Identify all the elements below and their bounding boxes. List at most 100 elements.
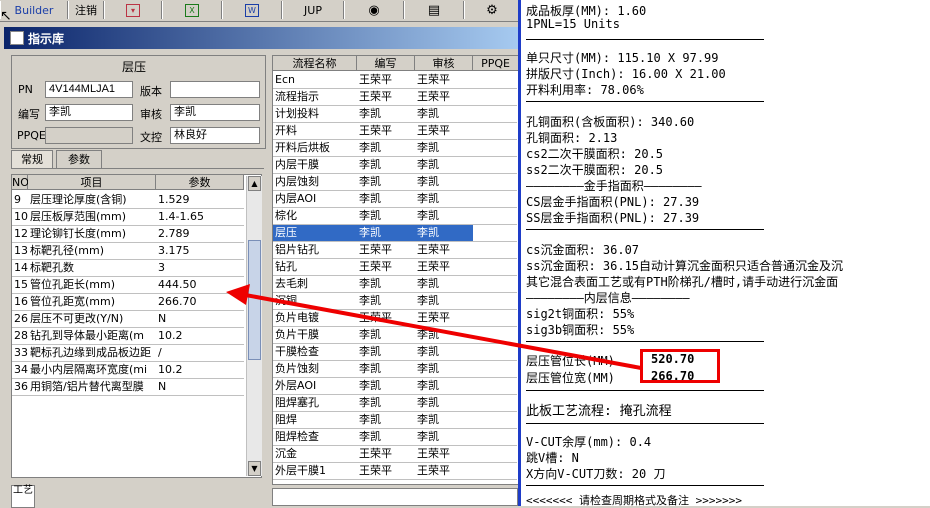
- dropdown-button[interactable]: ▾: [104, 1, 162, 19]
- row-item: 管位孔距宽(mm): [30, 295, 116, 308]
- logout-button[interactable]: 注销: [68, 1, 104, 19]
- divider: [526, 229, 764, 230]
- row-no: 16: [14, 295, 28, 308]
- tab-params[interactable]: 参数: [56, 150, 102, 169]
- table-row[interactable]: 开料后烘板 李凯 李凯: [273, 140, 517, 157]
- table-row[interactable]: 10 层压板厚范围(mm) 1.4-1.65: [12, 209, 244, 226]
- tools-button[interactable]: ⚙: [464, 1, 520, 19]
- word-button[interactable]: W: [222, 1, 282, 19]
- col-header-reviewer[interactable]: 审核: [415, 56, 473, 71]
- table-row[interactable]: 干膜检查 李凯 李凯: [273, 344, 517, 361]
- table-row[interactable]: 13 标靶孔径(mm) 3.175: [12, 243, 244, 260]
- col-header-ppqe[interactable]: PPQE: [473, 56, 519, 71]
- table-row[interactable]: 36 用铜箔/铝片替代离型膜 N: [12, 379, 244, 396]
- row-item: 标靶孔数: [30, 261, 74, 274]
- table-row[interactable]: 16 管位孔距宽(mm) 266.70: [12, 294, 244, 311]
- reviewer-label: 审核: [140, 108, 162, 121]
- excel-button[interactable]: X: [162, 1, 222, 19]
- table-row[interactable]: 33 靶标孔边缘到成品板边距 /: [12, 345, 244, 362]
- info-line: ————————内层信息————————: [526, 291, 690, 305]
- flow-name: 沉金: [275, 447, 297, 460]
- flow-name: 干膜检查: [275, 345, 319, 358]
- table-row[interactable]: Ecn 王荣平 王荣平: [273, 72, 517, 89]
- table-row[interactable]: 沉铜 李凯 李凯: [273, 293, 517, 310]
- table-row[interactable]: 棕化 李凯 李凯: [273, 208, 517, 225]
- flow-author: 王荣平: [359, 447, 392, 460]
- control-field[interactable]: 林良好: [170, 127, 260, 144]
- info-text-panel: 成品板厚(MM): 1.60 1PNL=15 Units 单只尺寸(MM): 1…: [518, 0, 930, 507]
- flow-reviewer: 李凯: [417, 277, 439, 290]
- flow-reviewer: 王荣平: [417, 124, 450, 137]
- flow-author: 李凯: [359, 158, 381, 171]
- table-row[interactable]: 28 钻孔到导体最小距离(m 10.2: [12, 328, 244, 345]
- divider: [526, 101, 764, 102]
- table-row[interactable]: 去毛刺 李凯 李凯: [273, 276, 517, 293]
- info-line: ss沉金面积: 36.15自动计算沉金面积只适合普通沉金及沉: [526, 259, 844, 273]
- table-row[interactable]: 阻焊 李凯 李凯: [273, 412, 517, 429]
- flow-author: 李凯: [359, 107, 381, 120]
- row-no: 36: [14, 380, 28, 393]
- divider: [526, 39, 764, 40]
- table-row[interactable]: 流程指示 王荣平 王荣平: [273, 89, 517, 106]
- scroll-thumb[interactable]: [248, 240, 261, 360]
- col-header-author[interactable]: 编写: [357, 56, 415, 71]
- col-header-flow[interactable]: 流程名称: [273, 56, 357, 71]
- reviewer-field[interactable]: 李凯: [170, 104, 260, 121]
- table-row[interactable]: 26 层压不可更改(Y/N) N: [12, 311, 244, 328]
- database-button[interactable]: ▤: [404, 1, 464, 19]
- row-value: 444.50: [158, 278, 197, 291]
- table-row[interactable]: 内层AOI 李凯 李凯: [273, 191, 517, 208]
- row-item: 标靶孔径(mm): [30, 244, 105, 257]
- flow-name: 阻焊塞孔: [275, 396, 319, 409]
- author-field[interactable]: 李凯: [45, 104, 133, 121]
- table-row[interactable]: 内层干膜 李凯 李凯: [273, 157, 517, 174]
- row-no: 10: [14, 210, 28, 223]
- table-row[interactable]: 12 理论铆钉长度(mm) 2.789: [12, 226, 244, 243]
- info-line: 层压管位长(MM): [526, 354, 615, 368]
- table-row[interactable]: 34 最小内层隔离环宽度(mi 10.2: [12, 362, 244, 379]
- table-row[interactable]: 计划投料 李凯 李凯: [273, 106, 517, 123]
- table-row[interactable]: 层压 李凯 李凯: [273, 225, 517, 242]
- ppqe-field[interactable]: [45, 127, 133, 144]
- flow-author: 王荣平: [359, 90, 392, 103]
- table-row[interactable]: 铝片钻孔 王荣平 王荣平: [273, 242, 517, 259]
- table-row[interactable]: 负片干膜 李凯 李凯: [273, 327, 517, 344]
- table-row[interactable]: 钻孔 王荣平 王荣平: [273, 259, 517, 276]
- scroll-down-icon[interactable]: ▼: [248, 461, 261, 476]
- table-row[interactable]: 开料 王荣平 王荣平: [273, 123, 517, 140]
- info-line: sig2t铜面积: 55%: [526, 307, 635, 321]
- table-row[interactable]: 沉金 王荣平 王荣平: [273, 446, 517, 463]
- dropdown-icon: ▾: [126, 3, 140, 17]
- table-row[interactable]: 阻焊塞孔 李凯 李凯: [273, 395, 517, 412]
- table-row[interactable]: 9 层压理论厚度(含铜) 1.529: [12, 192, 244, 209]
- table-row[interactable]: 外层AOI 李凯 李凯: [273, 378, 517, 395]
- table-row[interactable]: 负片蚀刻 李凯 李凯: [273, 361, 517, 378]
- flow-reviewer: 王荣平: [417, 260, 450, 273]
- scroll-up-icon[interactable]: ▲: [248, 176, 261, 191]
- tab-divider: [11, 168, 264, 169]
- jup-button[interactable]: JUP: [282, 1, 344, 19]
- flow-author: 李凯: [359, 175, 381, 188]
- table-row[interactable]: 阻焊检查 李凯 李凯: [273, 429, 517, 446]
- table-row[interactable]: 14 标靶孔数 3: [12, 260, 244, 277]
- control-label: 文控: [140, 131, 162, 144]
- row-value: 1.4-1.65: [158, 210, 204, 223]
- col-header-item[interactable]: 项目: [28, 175, 156, 190]
- flow-grid-hscroll[interactable]: [272, 488, 518, 506]
- param-scrollbar[interactable]: ▲ ▼: [246, 176, 262, 476]
- row-no: 26: [14, 312, 28, 325]
- table-row[interactable]: 外层干膜1 王荣平 王荣平: [273, 463, 517, 480]
- flow-reviewer: 李凯: [417, 158, 439, 171]
- table-row[interactable]: 15 管位孔距长(mm) 444.50: [12, 277, 244, 294]
- tab-general[interactable]: 常规: [11, 150, 53, 169]
- pn-field[interactable]: 4V144MLJA1: [45, 81, 133, 98]
- row-value: 10.2: [158, 363, 183, 376]
- info-line: ————————金手指面积————————: [526, 179, 702, 193]
- view-button[interactable]: ◉: [344, 1, 404, 19]
- version-label: 版本: [140, 85, 162, 98]
- table-row[interactable]: 负片电镀 王荣平 王荣平: [273, 310, 517, 327]
- table-row[interactable]: 内层蚀刻 李凯 李凯: [273, 174, 517, 191]
- version-field[interactable]: [170, 81, 260, 98]
- col-header-param[interactable]: 参数: [156, 175, 244, 190]
- col-header-no[interactable]: NO: [12, 175, 29, 190]
